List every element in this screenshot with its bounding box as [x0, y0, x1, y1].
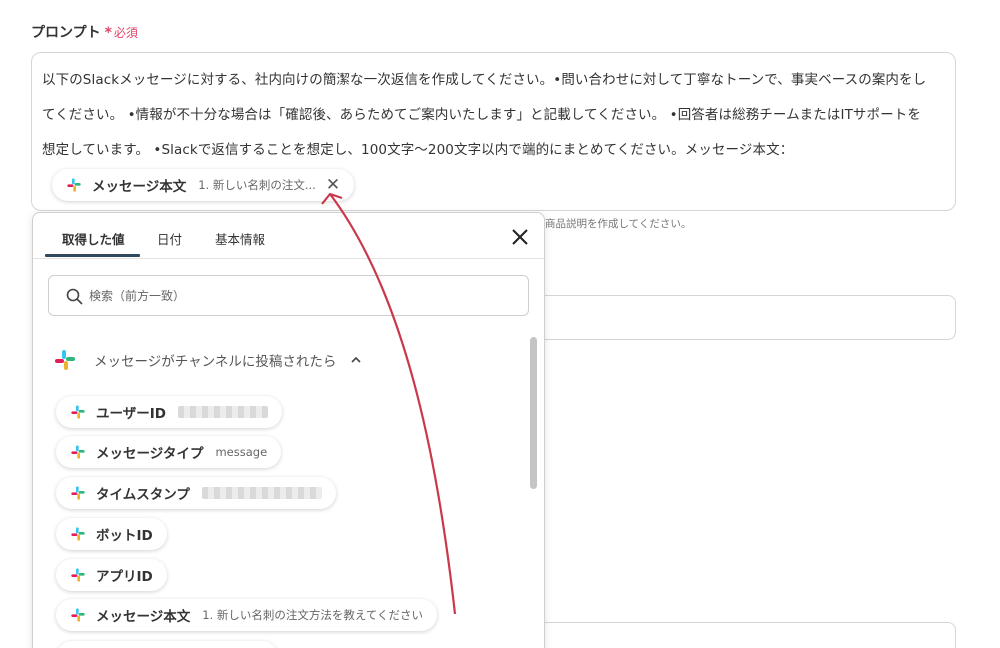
slack-icon	[67, 178, 81, 192]
token-label: メッセージ本文	[92, 179, 187, 195]
inserted-token-message-body[interactable]: メッセージ本文 1. 新しい名刺の注文... ✕	[52, 169, 355, 201]
item-value-blurred	[201, 487, 322, 499]
tab-date[interactable]: 日付	[157, 229, 182, 248]
search-box[interactable]	[48, 275, 529, 316]
token-close-icon[interactable]: ✕	[326, 176, 340, 194]
list-item-app-id[interactable]: アプリID	[56, 559, 167, 591]
item-value: 1. 新しい名刺の注文方法を教えてください	[202, 608, 423, 622]
item-value-blurred	[177, 406, 268, 418]
slack-icon	[71, 568, 85, 582]
list-item-partial[interactable]	[56, 641, 278, 648]
list-item-message-body[interactable]: メッセージ本文 1. 新しい名刺の注文方法を教えてください	[56, 599, 437, 631]
item-label: ボットID	[96, 528, 153, 544]
prompt-textarea[interactable]: 以下のSlackメッセージに対する、社内向けの簡潔な一次返信を作成してください。…	[31, 52, 956, 211]
prompt-text: 以下のSlackメッセージに対する、社内向けの簡潔な一次返信を作成してください。…	[42, 72, 927, 158]
prompt-field-label: プロンプト * 必須	[31, 22, 138, 42]
background-input-field[interactable]	[530, 295, 956, 340]
variable-picker-popup: 取得した値 日付 基本情報 メッセージがチャンネルに投稿されたら	[32, 212, 545, 648]
list-item-message-type[interactable]: メッセージタイプ message	[56, 436, 282, 468]
prompt-label-text: プロンプト	[31, 25, 101, 41]
tab-basic-info[interactable]: 基本情報	[215, 229, 265, 248]
slack-icon	[71, 405, 85, 419]
required-text: 必須	[113, 26, 138, 40]
item-value: message	[215, 445, 268, 459]
close-icon[interactable]	[511, 228, 529, 246]
group-header-slack-trigger[interactable]: メッセージがチャンネルに投稿されたら	[53, 348, 362, 372]
search-icon	[66, 288, 83, 305]
search-input[interactable]	[89, 286, 509, 306]
background-input-field-2[interactable]	[530, 622, 956, 648]
background-hint-text: 商品説明を作成してください。	[545, 218, 692, 230]
active-tab-underline	[45, 254, 140, 257]
slack-icon	[55, 350, 75, 370]
chevron-up-icon[interactable]	[350, 354, 362, 366]
slack-icon	[71, 486, 85, 500]
list-item-user-id[interactable]: ユーザーID	[56, 396, 282, 428]
slack-icon	[71, 608, 85, 622]
slack-icon	[71, 527, 85, 541]
list-item-timestamp[interactable]: タイムスタンプ	[56, 477, 336, 509]
item-label: アプリID	[96, 569, 153, 585]
list-item-bot-id[interactable]: ボットID	[56, 518, 167, 550]
tab-acquired-values[interactable]: 取得した値	[62, 229, 125, 248]
scrollbar-thumb[interactable]	[530, 337, 537, 489]
item-label: メッセージタイプ	[96, 446, 204, 462]
item-label: タイムスタンプ	[96, 487, 190, 503]
required-star: *	[104, 25, 112, 41]
slack-icon	[71, 445, 85, 459]
token-value: 1. 新しい名刺の注文...	[198, 178, 316, 192]
popup-tabs: 取得した値 日付 基本情報	[33, 213, 544, 259]
item-label: ユーザーID	[96, 406, 166, 422]
group-title: メッセージがチャンネルに投稿されたら	[94, 354, 337, 370]
item-label: メッセージ本文	[96, 609, 191, 625]
